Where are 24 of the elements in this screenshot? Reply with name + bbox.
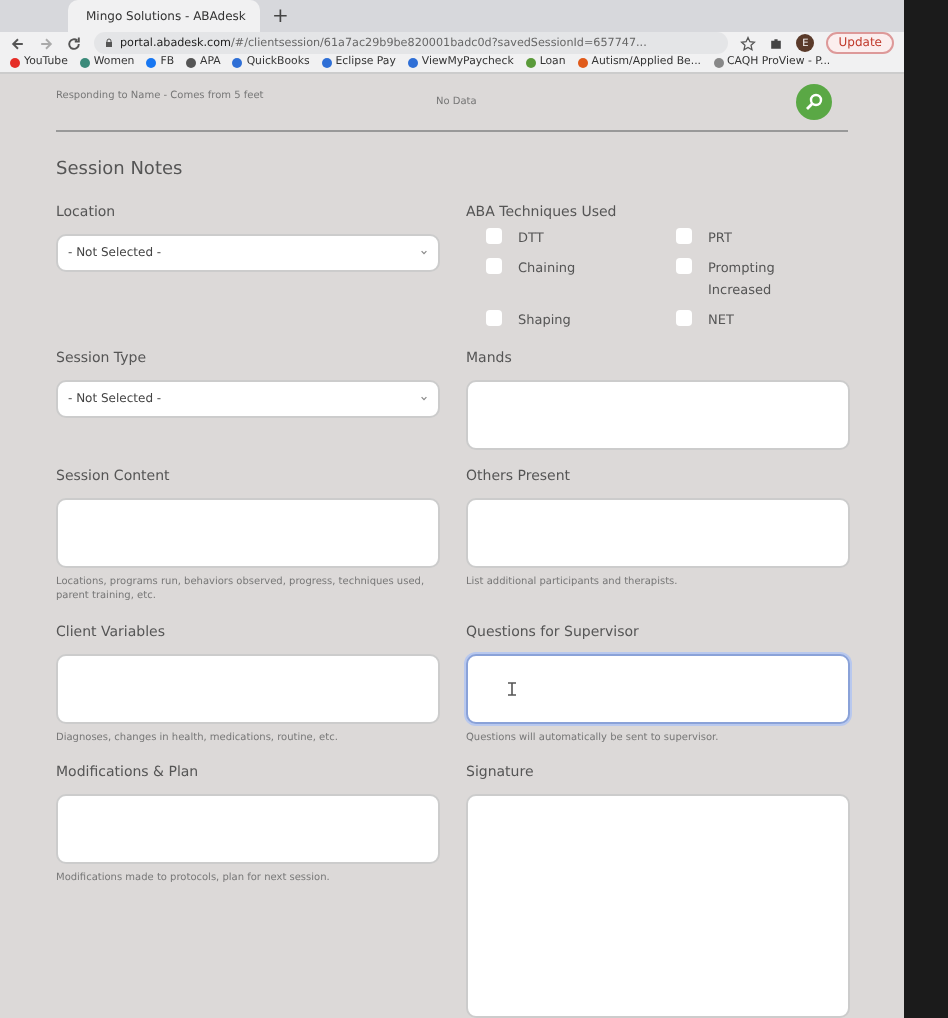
lock-icon [104, 38, 114, 48]
text-area[interactable] [56, 653, 440, 723]
checkbox[interactable] [486, 227, 502, 244]
star-icon[interactable] [740, 35, 757, 51]
text-area[interactable] [466, 653, 850, 723]
forward-icon[interactable] [38, 35, 54, 51]
checkbox[interactable] [676, 227, 692, 244]
new-tab-button[interactable]: + [272, 6, 289, 28]
section-title: Session Notes [56, 159, 185, 180]
text-area[interactable] [466, 379, 850, 449]
chevron-icon [420, 394, 428, 402]
text-area[interactable] [466, 497, 850, 567]
reload-icon[interactable] [66, 35, 82, 51]
text-area[interactable] [56, 794, 440, 864]
back-icon[interactable] [10, 35, 26, 51]
search-icon [804, 91, 824, 112]
checkbox[interactable] [676, 310, 692, 327]
checkbox[interactable] [486, 258, 502, 275]
text-area[interactable] [56, 497, 440, 567]
signature-pad[interactable] [466, 794, 850, 1018]
search-button[interactable] [796, 83, 832, 120]
checkbox[interactable] [676, 258, 692, 275]
text-cursor-icon [508, 681, 516, 695]
checkbox[interactable] [486, 310, 502, 327]
